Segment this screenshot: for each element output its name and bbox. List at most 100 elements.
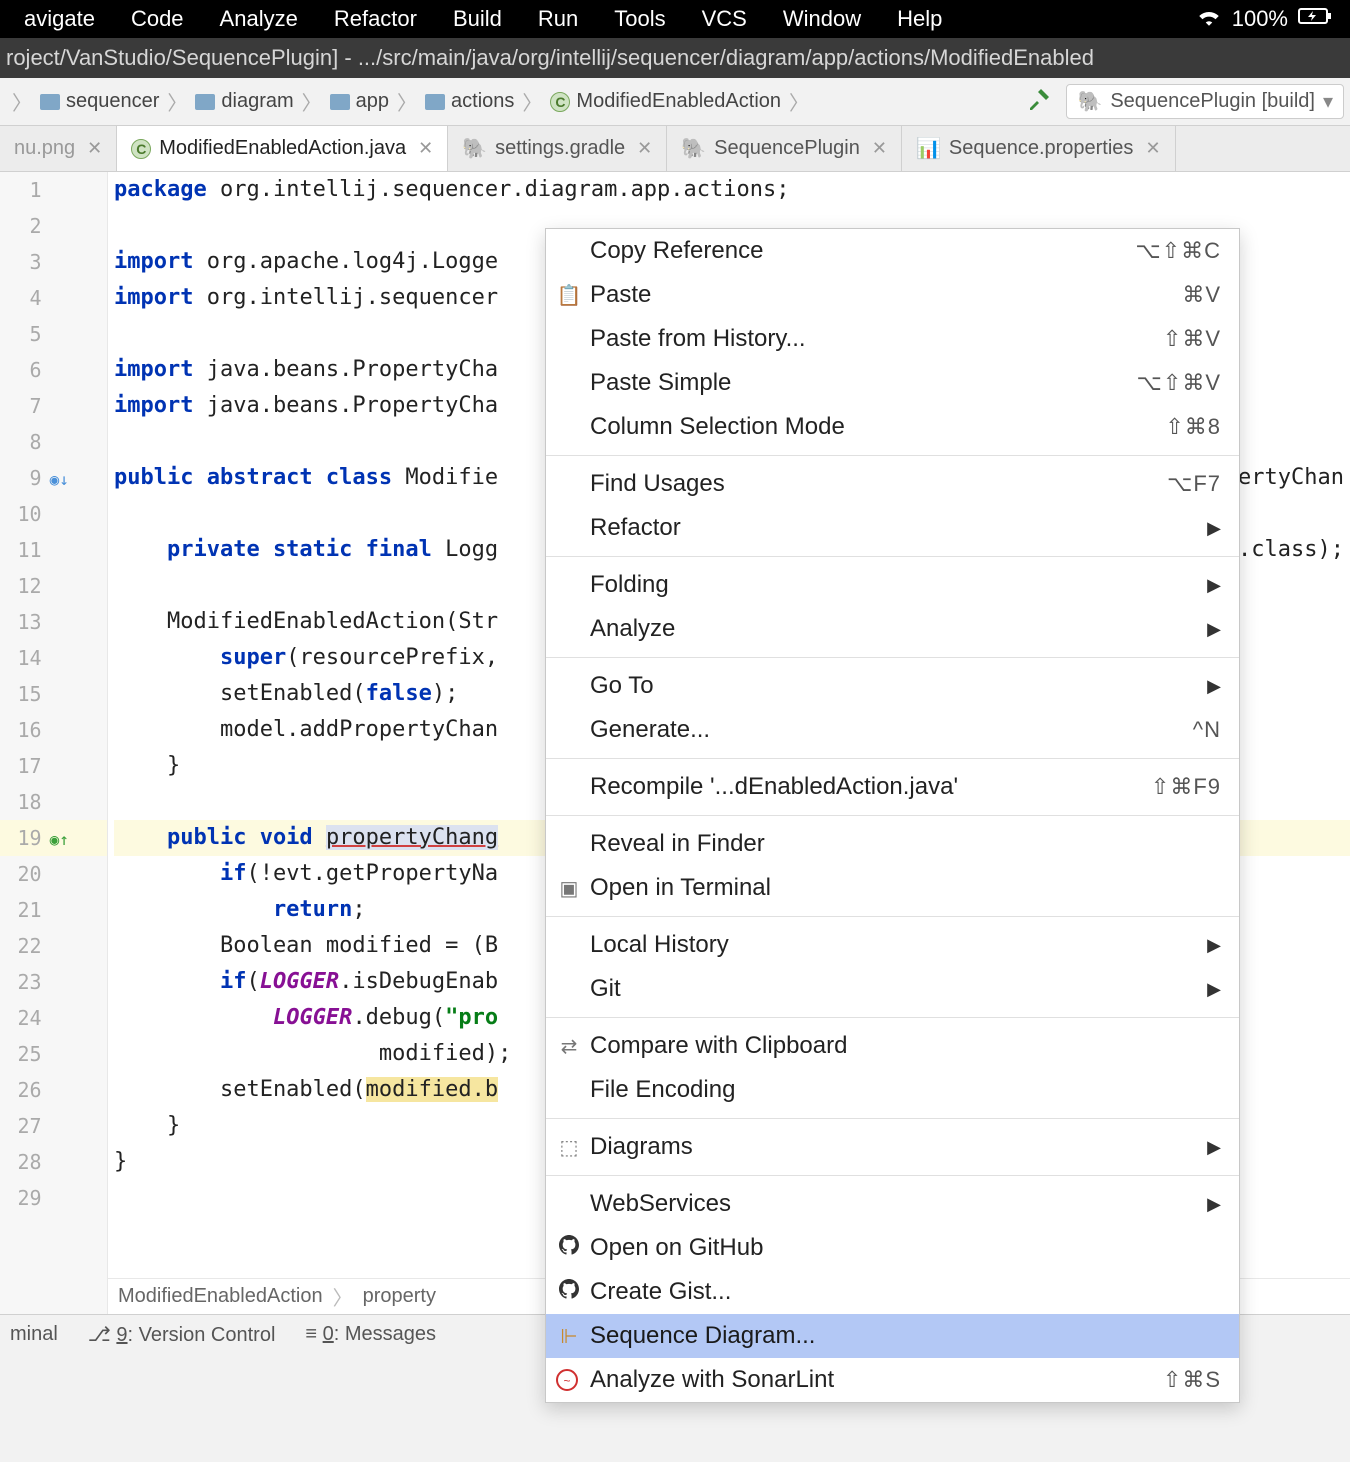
context-menu-item[interactable]: ⊩ Sequence Diagram... [546, 1314, 1239, 1358]
clipboard-icon: 📋 [556, 283, 582, 308]
shortcut-label: ⌥⇧⌘V [1137, 370, 1221, 396]
breadcrumb-class[interactable]: CModifiedEnabledAction [548, 90, 783, 113]
shortcut-label: ⌘V [1182, 282, 1221, 308]
context-menu-item[interactable]: Git▶ [546, 967, 1239, 1011]
submenu-arrow-icon: ▶ [1207, 1194, 1221, 1215]
menu-item-label: Sequence Diagram... [590, 1322, 1221, 1350]
context-menu-item[interactable]: Local History▶ [546, 923, 1239, 967]
context-menu-item[interactable]: Reveal in Finder [546, 822, 1239, 866]
editor-tabs: nu.png✕ C ModifiedEnabledAction.java✕ 🐘 … [0, 126, 1350, 172]
breadcrumb-diagram[interactable]: diagram [193, 90, 295, 113]
chevron-icon: 〉 [6, 87, 38, 116]
menu-item-label: Diagrams [590, 1133, 1207, 1161]
close-icon[interactable]: ✕ [633, 138, 652, 159]
menu-item-label: File Encoding [590, 1076, 1221, 1104]
menu-tools[interactable]: Tools [596, 6, 683, 32]
chevron-icon: 〉 [161, 87, 193, 116]
menu-build[interactable]: Build [435, 6, 520, 32]
context-menu-item[interactable]: Go To▶ [546, 664, 1239, 708]
github-icon [556, 1235, 582, 1261]
breadcrumb-actions[interactable]: actions [423, 90, 516, 113]
menu-item-label: Git [590, 975, 1207, 1003]
folder-icon [425, 94, 445, 110]
context-menu-item[interactable]: Paste from History...⇧⌘V [546, 317, 1239, 361]
menu-item-label: Column Selection Mode [590, 413, 1165, 441]
close-icon[interactable]: ✕ [414, 138, 433, 159]
breadcrumb-sequencer[interactable]: sequencer [38, 90, 161, 113]
context-menu-item[interactable]: Analyze▶ [546, 607, 1239, 651]
context-menu-item[interactable]: Folding▶ [546, 563, 1239, 607]
submenu-arrow-icon: ▶ [1207, 935, 1221, 956]
tab-sequence-properties[interactable]: 📊 Sequence.properties✕ [902, 126, 1176, 171]
sequence-icon: ⊩ [556, 1324, 582, 1349]
context-menu-item[interactable]: ⬚Diagrams▶ [546, 1125, 1239, 1169]
shortcut-label: ^N [1193, 717, 1221, 743]
macos-menubar: avigate Code Analyze Refactor Build Run … [0, 0, 1350, 38]
close-icon[interactable]: ✕ [83, 138, 102, 159]
shortcut-label: ⌥⇧⌘C [1135, 238, 1221, 264]
menu-item-label: Refactor [590, 514, 1207, 542]
menu-run[interactable]: Run [520, 6, 596, 32]
folder-icon [195, 94, 215, 110]
editor-gutter[interactable]: 123456789◉↓10111213141516171819◉↑2021222… [0, 172, 108, 1314]
menu-item-label: Analyze [590, 615, 1207, 643]
menu-navigate[interactable]: avigate [6, 6, 113, 32]
tab-nu-png[interactable]: nu.png✕ [0, 126, 117, 171]
toolwindow-vcs[interactable]: ⎇ 9: Version Control [88, 1322, 276, 1347]
context-menu-item[interactable]: Copy Reference⌥⇧⌘C [546, 229, 1239, 273]
context-menu-item[interactable]: Recompile '...dEnabledAction.java'⇧⌘F9 [546, 765, 1239, 809]
menu-item-label: Paste [590, 281, 1182, 309]
menu-item-label: Analyze with SonarLint [590, 1366, 1163, 1394]
menu-refactor[interactable]: Refactor [316, 6, 435, 32]
context-menu-item[interactable]: Refactor▶ [546, 506, 1239, 550]
context-menu-item[interactable]: Create Gist... [546, 1270, 1239, 1314]
tab-modifiedenabledaction[interactable]: C ModifiedEnabledAction.java✕ [117, 126, 448, 171]
menu-item-label: WebServices [590, 1190, 1207, 1218]
context-menu-item[interactable]: Find Usages⌥F7 [546, 462, 1239, 506]
run-config-selector[interactable]: 🐘 SequencePlugin [build] ▾ [1066, 84, 1344, 119]
menu-item-label: Open in Terminal [590, 874, 1221, 902]
context-menu-item[interactable]: 📋 Paste⌘V [546, 273, 1239, 317]
battery-percent: 100% [1232, 6, 1288, 32]
close-icon[interactable]: ✕ [868, 138, 887, 159]
menu-item-label: Paste Simple [590, 369, 1137, 397]
class-icon: C [550, 92, 570, 112]
compare-icon: ⇄ [556, 1034, 582, 1059]
submenu-arrow-icon: ▶ [1207, 979, 1221, 1000]
menu-item-label: Folding [590, 571, 1207, 599]
breadcrumb-app[interactable]: app [328, 90, 391, 113]
context-menu-item[interactable]: Open on GitHub [546, 1226, 1239, 1270]
menu-item-label: Open on GitHub [590, 1234, 1221, 1262]
menu-item-label: Generate... [590, 716, 1193, 744]
terminal-icon: ▣ [556, 876, 582, 901]
class-icon: C [131, 139, 151, 159]
gradle-icon: 🐘 [1077, 89, 1102, 114]
menu-window[interactable]: Window [765, 6, 879, 32]
chevron-icon: 〉 [296, 87, 328, 116]
menu-item-label: Find Usages [590, 470, 1167, 498]
build-icon[interactable] [1014, 86, 1066, 117]
tab-settings-gradle[interactable]: 🐘 settings.gradle✕ [448, 126, 667, 171]
window-titlebar: roject/VanStudio/SequencePlugin] - .../s… [0, 38, 1350, 78]
context-menu-item[interactable]: WebServices▶ [546, 1182, 1239, 1226]
context-menu-item[interactable]: ~Analyze with SonarLint⇧⌘S [546, 1358, 1239, 1402]
close-icon[interactable]: ✕ [1141, 138, 1160, 159]
menu-analyze[interactable]: Analyze [202, 6, 316, 32]
editor-context-menu: Copy Reference⌥⇧⌘C 📋 Paste⌘V Paste from His… [545, 228, 1240, 1403]
context-menu-item[interactable]: Generate...^N [546, 708, 1239, 752]
menu-code[interactable]: Code [113, 6, 202, 32]
context-menu-item[interactable]: ⇄Compare with Clipboard [546, 1024, 1239, 1068]
menu-vcs[interactable]: VCS [684, 6, 765, 32]
context-menu-item[interactable]: Column Selection Mode⇧⌘8 [546, 405, 1239, 449]
nav-toolbar: 〉 sequencer 〉 diagram 〉 app 〉 actions 〉 … [0, 78, 1350, 126]
context-menu-item[interactable]: File Encoding [546, 1068, 1239, 1112]
context-menu-item[interactable]: ▣ Open in Terminal [546, 866, 1239, 910]
context-menu-item[interactable]: Paste Simple⌥⇧⌘V [546, 361, 1239, 405]
toolwindow-terminal[interactable]: minal [10, 1323, 58, 1346]
submenu-arrow-icon: ▶ [1207, 518, 1221, 539]
toolwindow-messages[interactable]: ≡ 0: Messages [305, 1323, 436, 1346]
tab-sequenceplugin[interactable]: 🐘 SequencePlugin✕ [667, 126, 902, 171]
properties-icon: 📊 [916, 136, 941, 161]
menu-item-label: Paste from History... [590, 325, 1163, 353]
menu-help[interactable]: Help [879, 6, 960, 32]
